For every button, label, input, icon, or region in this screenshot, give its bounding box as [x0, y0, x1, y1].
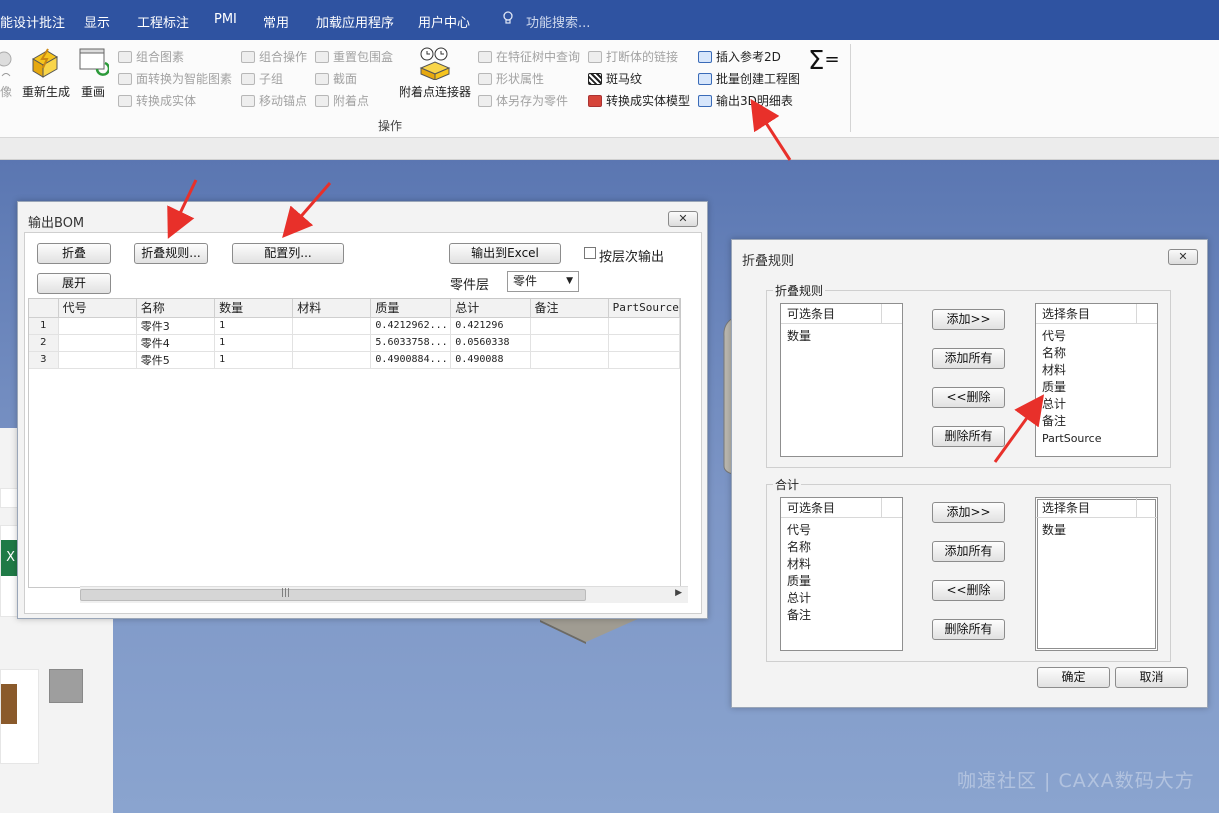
- annotation-arrows: [167, 98, 1045, 463]
- arrow-to-selected-items: [993, 394, 1045, 463]
- arrow-to-config-columns: [282, 182, 332, 239]
- watermark: 咖速社区 | CAXA数码大方: [957, 770, 1195, 792]
- arrow-to-fold-rule: [167, 179, 198, 239]
- arrow-to-export-3d-bom: [750, 98, 792, 161]
